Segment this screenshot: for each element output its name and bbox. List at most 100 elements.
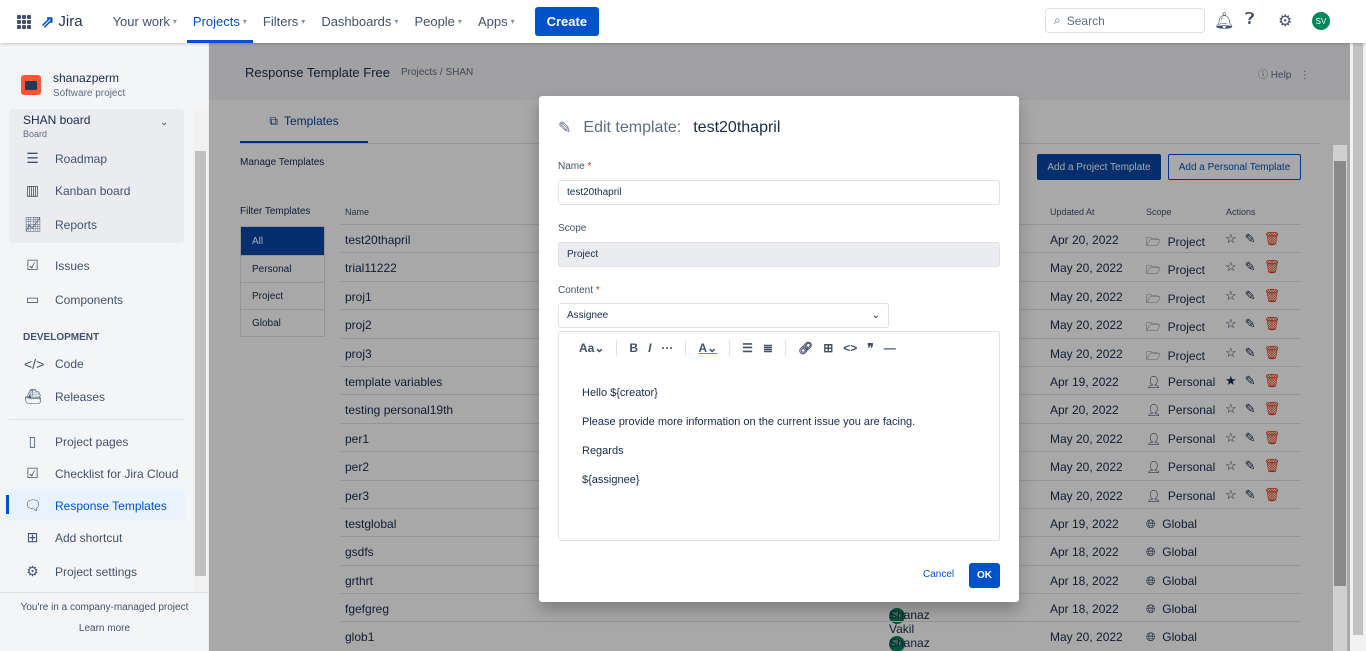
top-navigation: ⇗ Jira Your work ▾ Projects ▾ Filters ▾ Dash… [0,0,1366,43]
scope-field: Project [558,242,1000,267]
nav-menu: Your work ▾ Projects ▾ Filters ▾ Dashboards… [105,0,523,43]
title-name: test20thapril [693,119,781,136]
sidebar-label: Project pages [55,434,129,449]
sidebar-item-checklist[interactable]: ☑ Checklist for Jira Cloud [24,465,178,482]
sidebar-item-response-templates[interactable]: 🗨︎ Response Templates [24,497,167,514]
content-editor[interactable]: Aa⌄ B I ··· A⌄ ☰ ≣ 🔗︎ ⊞ <> ❞ — Hello ${creator}… [558,331,1000,541]
bullet-list-icon[interactable]: ☰ [742,341,753,355]
project-header[interactable]: shanazperm Software project [21,71,125,99]
editor-toolbar: Aa⌄ B I ··· A⌄ ☰ ≣ 🔗︎ ⊞ <> ❞ — [579,340,896,356]
content-label: Content * [558,285,600,296]
content-line: Please provide more information on the c… [582,416,916,428]
text-style-icon[interactable]: Aa⌄ [579,341,604,355]
search-icon: ⌕ [1054,13,1061,27]
nav-apps[interactable]: Apps ▾ [470,0,523,43]
sidebar-label: Releases [55,389,106,404]
sidebar-item-project-settings[interactable]: ⚙ Project settings [24,563,137,580]
title-prefix: Edit template: [583,119,682,136]
variable-select[interactable]: Assignee ⌄ [558,303,889,328]
nav-people[interactable]: People ▾ [406,0,470,43]
search-input[interactable]: ⌕ Search [1045,8,1205,33]
table-icon[interactable]: ⊞ [823,341,833,355]
sidebar-item-code[interactable]: </> Code [24,356,84,372]
notifications-icon[interactable]: 🔔︎ [1214,11,1234,31]
components-icon: ▭ [25,291,40,307]
name-label: Name * [558,161,592,172]
select-value: Assignee [567,310,609,321]
content-line: Regards [582,445,624,457]
table-scrollbar[interactable] [1333,145,1347,651]
edit-template-dialog: ✎ Edit template: test20thapril Name * test… [539,96,1019,602]
italic-icon[interactable]: I [648,341,651,355]
more-icon[interactable]: ··· [661,341,673,355]
chevron-down-icon: ⌄ [871,310,880,321]
project-avatar [21,75,41,95]
app-switcher-icon[interactable] [17,14,31,29]
sidebar-item-releases[interactable]: ⛴ Releases [24,388,105,405]
quote-icon[interactable]: ❞ [867,341,873,355]
sidebar-item-issues[interactable]: ☑ Issues [24,257,90,274]
sidebar-label: Response Templates [55,498,167,513]
logo-text: Jira [58,13,83,30]
sidebar-item-roadmap[interactable]: ☰ Roadmap [24,150,107,167]
name-input[interactable]: test20thapril [558,180,1000,205]
nav-label: Apps [477,14,508,29]
sidebar-label: Code [55,357,84,371]
sidebar-scrollbar[interactable] [193,109,208,592]
numbered-list-icon[interactable]: ≣ [763,341,773,355]
sidebar-item-components[interactable]: ▭ Components [24,291,123,308]
divider-icon[interactable]: — [884,341,896,355]
scroll-thumb[interactable] [1353,43,1363,635]
sidebar-label: Roadmap [55,151,108,166]
jira-logo[interactable]: ⇗ Jira [41,12,83,32]
create-button[interactable]: Create [534,7,600,36]
sidebar-item-kanban[interactable]: ▥ Kanban board [24,182,131,199]
board-name: SHAN board [23,113,91,127]
page-scrollbar[interactable] [1350,43,1366,651]
board-switcher[interactable]: SHAN board Board [23,113,90,139]
user-avatar[interactable]: SV [1311,11,1331,31]
help-icon[interactable]: ❓︎ [1245,11,1255,29]
scope-label: Scope [558,223,587,234]
nav-filters[interactable]: Filters ▾ [255,0,313,43]
project-type: Software project [53,88,126,99]
nav-label: Your work [112,14,170,29]
scroll-thumb[interactable] [195,151,206,576]
checklist-icon: ☑ [26,465,39,481]
search-placeholder: Search [1066,13,1105,28]
chevron-down-icon[interactable]: ⌄ [160,117,168,128]
scroll-thumb[interactable] [1334,161,1346,586]
pencil-icon: ✎ [558,120,572,137]
bold-icon[interactable]: B [629,341,638,355]
company-managed-note: You're in a company-managed project [20,602,189,613]
sidebar: shanazperm Software project SHAN board Boa… [0,43,209,651]
sidebar-item-reports[interactable]: 📈︎ Reports [24,216,97,233]
pages-icon: ▯ [28,433,37,449]
sidebar-item-add-shortcut[interactable]: ⊞ Add shortcut [24,529,123,546]
learn-more-link[interactable]: Learn more [0,623,209,634]
text-color-icon[interactable]: A⌄ [698,341,717,355]
section-development: DEVELOPMENT [23,332,100,343]
roadmap-icon: ☰ [26,150,39,166]
sidebar-item-project-pages[interactable]: ▯ Project pages [24,433,129,450]
add-shortcut-icon: ⊞ [26,529,39,545]
nav-label: Dashboards [321,14,392,29]
nav-your-work[interactable]: Your work ▾ [105,0,185,43]
issues-icon: ☑ [26,257,39,273]
sidebar-label: Kanban board [55,183,131,198]
project-name: shanazperm [53,71,120,85]
kanban-icon: ▥ [25,182,40,198]
code-icon[interactable]: <> [843,341,857,355]
nav-dashboards[interactable]: Dashboards ▾ [313,0,406,43]
nav-projects[interactable]: Projects ▾ [185,0,255,43]
sidebar-label: Reports [55,217,98,232]
sidebar-label: Issues [55,258,90,273]
cancel-button[interactable]: Cancel [923,569,954,580]
ok-button[interactable]: OK [969,563,1000,588]
divider [0,592,209,593]
dialog-title: ✎ Edit template: test20thapril [558,118,780,138]
sidebar-label: Checklist for Jira Cloud [55,466,179,481]
link-icon[interactable]: 🔗︎ [798,341,813,355]
settings-icon[interactable]: ⚙ [1278,11,1292,31]
sidebar-label: Components [55,292,124,307]
